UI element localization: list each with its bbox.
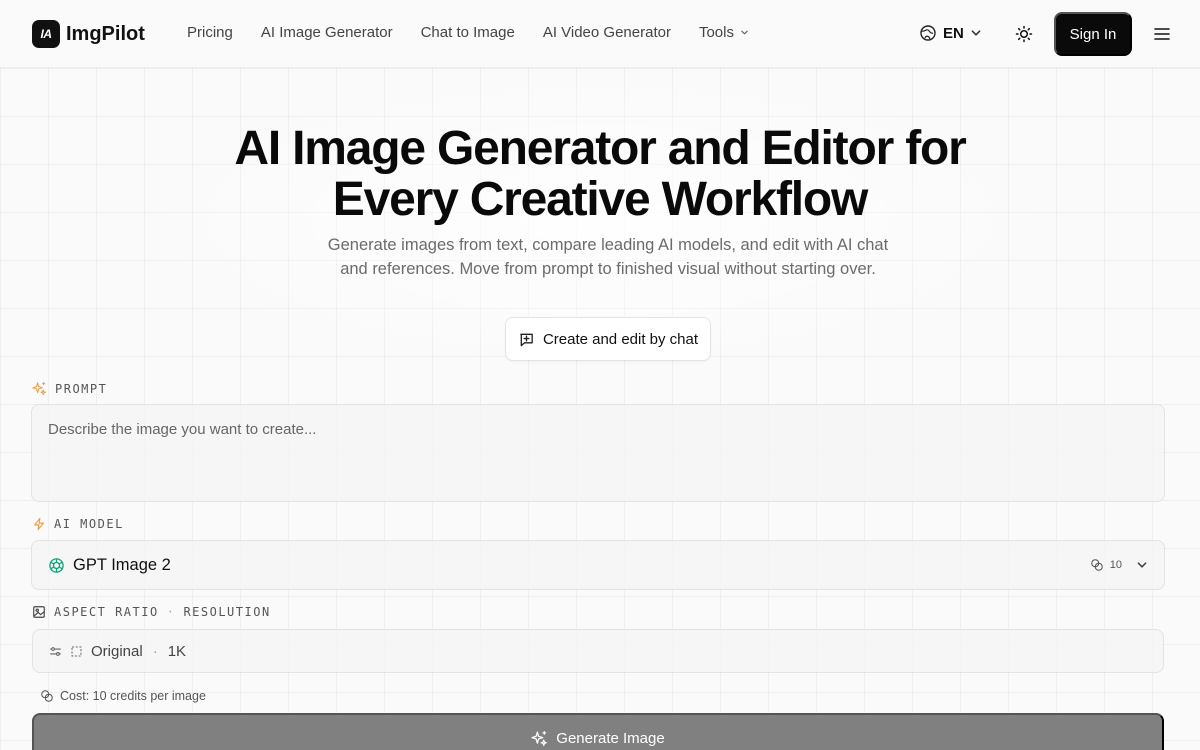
cost-info: Cost: 10 credits per image (40, 689, 206, 703)
sparkle-icon (531, 730, 548, 747)
site-header: IA ImgPilot Pricing AI Image Generator C… (0, 0, 1200, 68)
sliders-icon (49, 645, 62, 658)
logo[interactable]: IA ImgPilot (32, 20, 145, 48)
cost-text: Cost: 10 credits per image (60, 689, 206, 703)
lightning-icon (32, 517, 46, 531)
ai-model-label-text: AI MODEL (54, 517, 124, 531)
brand-name: ImgPilot (66, 22, 145, 45)
chevron-down-icon (970, 27, 982, 39)
prompt-label-text: PROMPT (55, 381, 108, 396)
resolution-value: 1K (167, 642, 187, 660)
sign-in-button[interactable]: Sign In (1054, 12, 1132, 56)
menu-button[interactable] (1152, 24, 1172, 44)
logo-mark: IA (32, 20, 60, 48)
model-credits: 10 (1090, 558, 1148, 572)
create-edit-chat-label: Create and edit by chat (542, 330, 699, 348)
nav-ai-video-generator[interactable]: AI Video Generator (543, 24, 671, 41)
prompt-label: PROMPT (32, 381, 107, 396)
chevron-down-icon (740, 28, 749, 37)
language-selector[interactable]: EN (919, 24, 982, 42)
openai-icon (48, 557, 65, 574)
aspect-ratio-label-text: ASPECT RATIO (54, 605, 159, 619)
aspect-ratio-label: ASPECT RATIO · RESOLUTION (32, 605, 271, 619)
theme-toggle[interactable] (1014, 24, 1034, 44)
image-icon (32, 605, 46, 619)
globe-icon (919, 24, 937, 42)
sparkle-icon (32, 381, 47, 396)
hero-title-line1: AI Image Generator and Editor for (234, 122, 966, 175)
resolution-label-text: RESOLUTION (183, 605, 271, 619)
model-name: GPT Image 2 (73, 555, 171, 574)
aspect-ratio-value: Original (91, 642, 143, 660)
main-nav: Pricing AI Image Generator Chat to Image… (187, 24, 749, 41)
chevron-down-icon (1136, 559, 1148, 571)
coins-icon (40, 689, 54, 703)
generate-image-label: Generate Image (556, 730, 665, 747)
nav-pricing[interactable]: Pricing (187, 24, 233, 41)
crop-icon (70, 645, 83, 658)
nav-tools-dropdown[interactable]: Tools (699, 24, 749, 41)
nav-tools-label: Tools (698, 24, 734, 41)
create-edit-chat-button[interactable]: Create and edit by chat (505, 317, 711, 361)
coins-icon (1090, 558, 1104, 572)
menu-icon (1152, 24, 1172, 44)
generate-image-button[interactable]: Generate Image (32, 713, 1164, 750)
hero-title: AI Image Generator and Editor for Every … (100, 123, 1100, 225)
nav-ai-image-generator[interactable]: AI Image Generator (261, 24, 393, 41)
prompt-field (31, 404, 1165, 502)
chat-plus-icon (518, 331, 535, 348)
ai-model-label: AI MODEL (32, 517, 124, 531)
hero-subtitle: Generate images from text, compare leadi… (327, 236, 889, 278)
value-separator: · (152, 642, 158, 660)
label-separator: · (166, 605, 176, 619)
model-credits-value: 10 (1109, 559, 1122, 571)
prompt-input[interactable] (32, 405, 1164, 501)
aspect-ratio-selector[interactable]: Original · 1K (32, 629, 1164, 673)
model-selector[interactable]: GPT Image 2 10 (31, 540, 1165, 590)
language-code: EN (943, 24, 964, 42)
sun-icon (1014, 24, 1034, 44)
hero-title-line2: Every Creative Workflow (332, 173, 869, 226)
nav-chat-to-image[interactable]: Chat to Image (421, 24, 515, 41)
